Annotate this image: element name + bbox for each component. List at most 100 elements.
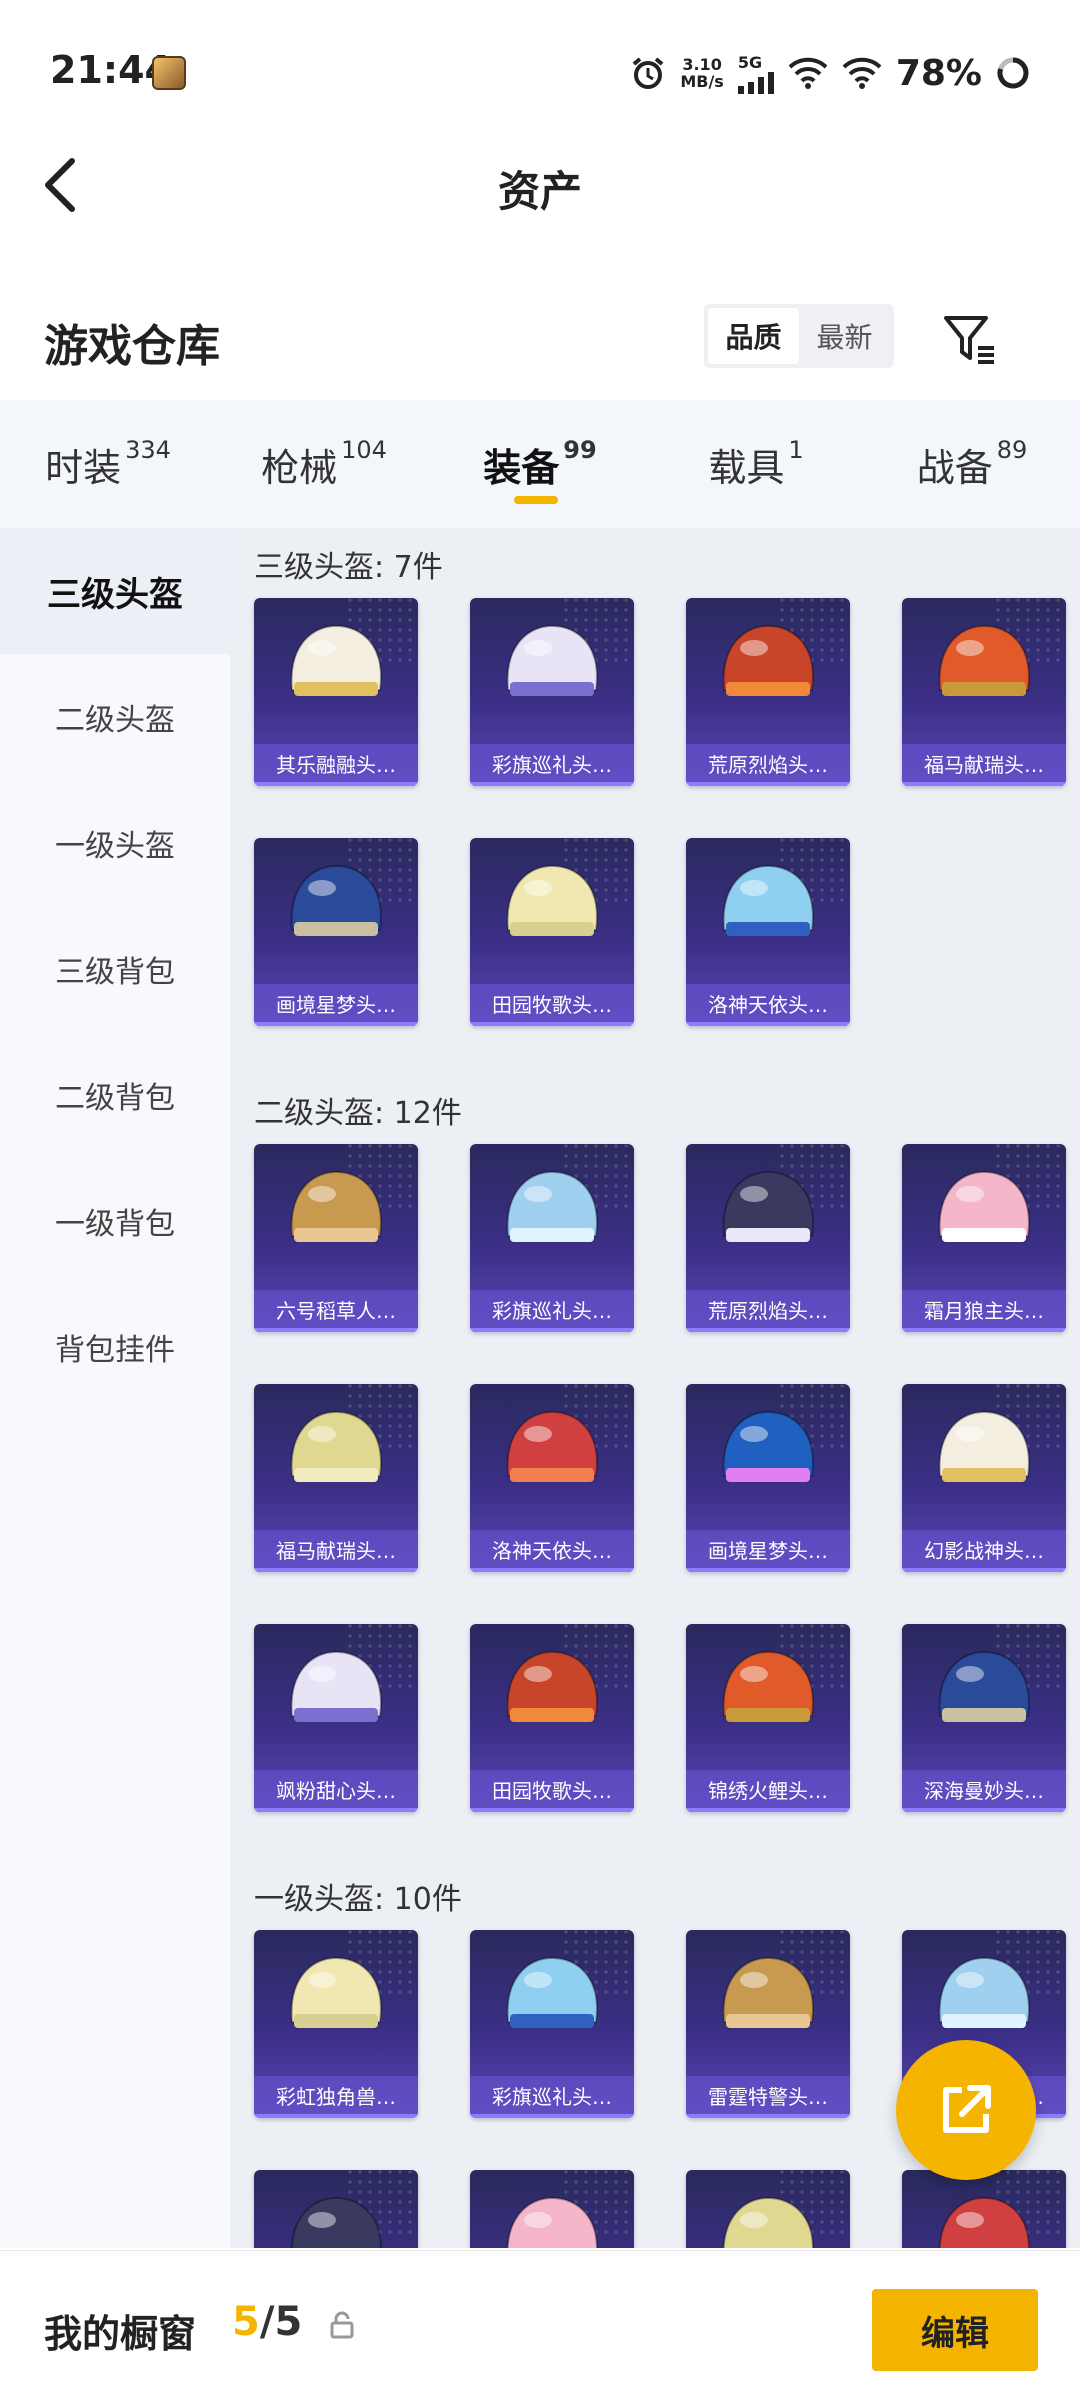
showcase-separator: /	[259, 2299, 275, 2345]
item-grid: 三级头盔: 7件其乐融融头… 彩旗巡礼头… 荒原烈焰头… 福马献瑞头… 画境星梦头… 田园…	[230, 528, 1080, 2248]
category-tabs: 时装 334 枪械 104 装备 99 载具 1 战备 89	[0, 400, 1080, 528]
item-card[interactable]: 六号稻草人…	[254, 1144, 418, 1332]
group-title: 一级头盔: 10件	[254, 1882, 462, 1917]
status-icons: 3.10 MB/s 5G 78%	[630, 48, 1030, 98]
item-name: 彩旗巡礼头…	[470, 744, 634, 786]
helmet-icon	[722, 624, 814, 696]
item-name: 雷霆特警头…	[686, 2076, 850, 2118]
item-card[interactable]: 锦绣火鲤头…	[686, 1624, 850, 1812]
item-name: 田园牧歌头…	[470, 984, 634, 1026]
page-title: 资产	[497, 167, 582, 216]
section-title: 游戏仓库	[44, 321, 220, 372]
external-link-icon	[943, 2085, 991, 2133]
item-card[interactable]: 画境星梦头…	[686, 1384, 850, 1572]
helmet-icon	[290, 2196, 382, 2248]
helmet-icon	[506, 1410, 598, 1482]
edit-button[interactable]: 编辑	[872, 2289, 1038, 2371]
filter-button[interactable]	[940, 310, 1000, 370]
helmet-icon	[506, 1650, 598, 1722]
item-card[interactable]: 画境星梦头…	[254, 838, 418, 1026]
item-card[interactable]: 洛神天依头…	[686, 838, 850, 1026]
share-button[interactable]	[896, 2040, 1036, 2180]
helmet-icon	[722, 1170, 814, 1242]
side-item-level3-backpack[interactable]: 三级背包	[0, 906, 230, 1032]
item-card[interactable]: 幻影战神头…	[902, 1384, 1066, 1572]
item-card[interactable]	[902, 2170, 1066, 2248]
alarm-icon	[630, 55, 666, 91]
tab-label: 时装	[45, 445, 122, 490]
item-card[interactable]: 深海曼妙头…	[902, 1624, 1066, 1812]
item-name: 福马献瑞头…	[902, 744, 1066, 786]
showcase-label: 我的橱窗	[44, 2312, 197, 2356]
item-card[interactable]: 彩虹独角兽…	[254, 1930, 418, 2118]
sort-by-quality-button[interactable]: 品质	[708, 308, 799, 364]
helmet-icon	[290, 624, 382, 696]
item-card[interactable]: 洛神天依头…	[470, 1384, 634, 1572]
item-card[interactable]: 田园牧歌头…	[470, 838, 634, 1026]
item-card[interactable]: 田园牧歌头…	[470, 1624, 634, 1812]
helmet-icon	[722, 1410, 814, 1482]
item-name: 霜月狼主头…	[902, 1290, 1066, 1332]
side-item-backpack-charm[interactable]: 背包挂件	[0, 1284, 230, 1410]
helmet-icon	[722, 864, 814, 936]
item-card[interactable]: 福马献瑞头…	[254, 1384, 418, 1572]
cell-signal-icon	[737, 71, 774, 94]
item-card[interactable]: 雷霆特警头…	[686, 1930, 850, 2118]
item-card[interactable]: 彩旗巡礼头…	[470, 598, 634, 786]
wifi-secondary-icon	[842, 57, 882, 89]
network-speed: 3.10 MB/s	[680, 56, 723, 90]
sort-by-newest-button[interactable]: 最新	[799, 308, 890, 364]
tab-fashion[interactable]: 时装 334	[0, 400, 216, 528]
tab-vehicles[interactable]: 载具 1	[648, 400, 864, 528]
helmet-icon	[722, 1956, 814, 2028]
item-name: 锦绣火鲤头…	[686, 1770, 850, 1812]
item-card[interactable]: 霜月狼主头…	[902, 1144, 1066, 1332]
item-card[interactable]	[254, 2170, 418, 2248]
tab-count: 1	[788, 436, 804, 464]
helmet-icon	[290, 1956, 382, 2028]
item-name: 深海曼妙头…	[902, 1770, 1066, 1812]
speed-value: 3.10	[682, 55, 722, 74]
item-name: 田园牧歌头…	[470, 1770, 634, 1812]
side-item-level1-helmet[interactable]: 一级头盔	[0, 780, 230, 906]
group-title: 二级头盔: 12件	[254, 1096, 462, 1131]
item-name: 六号稻草人…	[254, 1290, 418, 1332]
side-item-level1-backpack[interactable]: 一级背包	[0, 1158, 230, 1284]
helmet-icon	[938, 2196, 1030, 2248]
item-card[interactable]: 荒原烈焰头…	[686, 1144, 850, 1332]
battery-ring-icon	[996, 56, 1030, 90]
item-name: 洛神天依头…	[686, 984, 850, 1026]
tab-label: 枪械	[261, 445, 338, 490]
side-item-level3-helmet[interactable]: 三级头盔	[0, 528, 230, 654]
item-card[interactable]	[686, 2170, 850, 2248]
item-name: 洛神天依头…	[470, 1530, 634, 1572]
item-name: 彩虹独角兽…	[254, 2076, 418, 2118]
side-item-level2-backpack[interactable]: 二级背包	[0, 1032, 230, 1158]
item-card[interactable]: 彩旗巡礼头…	[470, 1930, 634, 2118]
item-card[interactable]: 飒粉甜心头…	[254, 1624, 418, 1812]
tab-weapons[interactable]: 枪械 104	[216, 400, 432, 528]
item-card[interactable]: 福马献瑞头…	[902, 598, 1066, 786]
group-title: 三级头盔: 7件	[254, 550, 443, 585]
item-card[interactable]: 其乐融融头…	[254, 598, 418, 786]
helmet-icon	[722, 2196, 814, 2248]
item-name: 画境星梦头…	[254, 984, 418, 1026]
tab-count: 104	[341, 436, 387, 464]
tab-equipment[interactable]: 装备 99	[432, 400, 648, 528]
network-type: 5G	[737, 52, 763, 72]
item-name: 彩旗巡礼头…	[470, 2076, 634, 2118]
item-card[interactable]	[470, 2170, 634, 2248]
lock-icon	[330, 2311, 354, 2343]
item-card[interactable]: 彩旗巡礼头…	[470, 1144, 634, 1332]
helmet-icon	[506, 1956, 598, 2028]
item-card[interactable]: 荒原烈焰头…	[686, 598, 850, 786]
showcase-bar: 我的橱窗 5/5 编辑	[0, 2250, 1080, 2401]
helmet-icon	[290, 1410, 382, 1482]
side-item-level2-helmet[interactable]: 二级头盔	[0, 654, 230, 780]
tab-label: 载具	[708, 445, 785, 490]
helmet-icon	[506, 864, 598, 936]
tab-count: 89	[996, 436, 1028, 464]
helmet-icon	[290, 1650, 382, 1722]
wifi-icon	[788, 57, 828, 89]
tab-supplies[interactable]: 战备 89	[864, 400, 1080, 528]
